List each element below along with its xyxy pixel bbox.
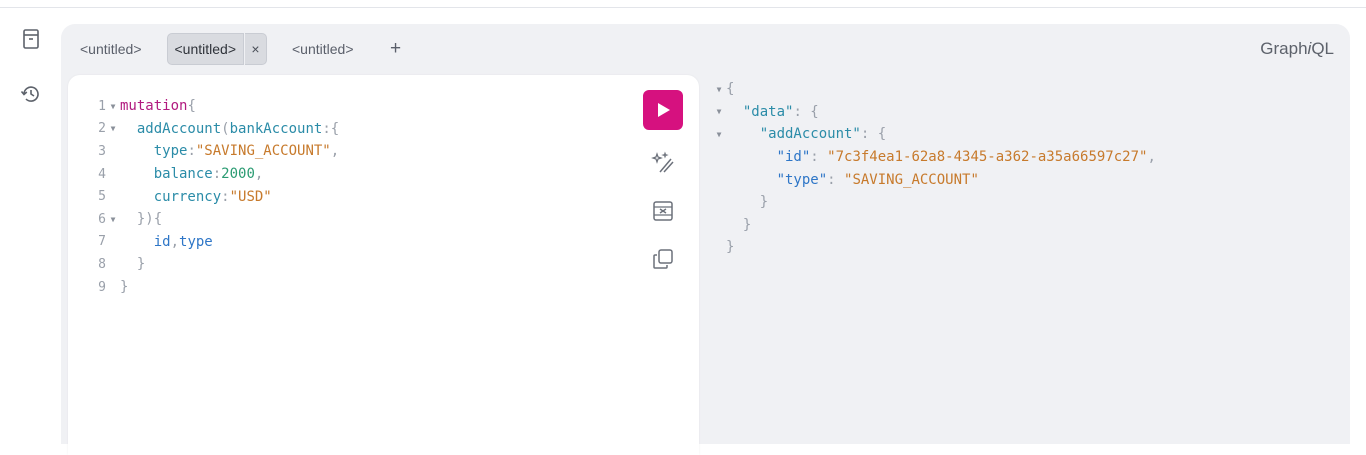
document-icon[interactable] [18,26,44,52]
play-icon [658,103,670,117]
result-line: } [759,194,769,211]
fold-arrow-icon[interactable]: ▼ [106,215,120,224]
code-line: 4 balance:2000, [98,166,264,183]
prettify-button[interactable] [643,148,683,178]
copy-icon [653,249,673,269]
code-line: 1 ▼ mutation{ [98,98,196,115]
result-line: "type": "SAVING_ACCOUNT" [776,171,979,188]
tab-untitled-2[interactable]: <untitled> × [166,33,267,65]
tab-untitled-3[interactable]: <untitled> [283,33,363,65]
code-line: 7 id, type [98,233,213,250]
fold-arrow-icon[interactable]: ▼ [106,102,120,111]
top-divider [0,7,1366,8]
result-viewer: ▼{ ▼ "data": { ▼ "addAccount": { "id": "… [712,78,1156,259]
magic-wand-icon [651,151,674,173]
code-line: 5 currency: "USD" [98,188,272,205]
result-line: } [726,239,735,256]
code-line: 2 ▼ addAccount(bankAccount:{ [98,120,340,137]
merge-fragments-icon [653,201,673,221]
code-lines: 1 ▼ mutation{ 2 ▼ addAccount(bankAccount:{ … [68,95,339,298]
run-query-button[interactable] [643,90,683,130]
editor-toolbar [643,90,683,274]
code-line: 9} [98,279,129,296]
merge-fragments-button[interactable] [643,196,683,226]
graphiql-session: <untitled> <untitled> × <untitled> + Gra… [61,24,1350,455]
code-line: 8 } [98,256,146,273]
close-tab-button[interactable]: × [245,33,267,65]
graphiql-logo: GraphiQL [1260,39,1334,58]
result-line: } [742,216,752,233]
tab-untitled-1[interactable]: <untitled> [71,33,151,65]
fold-arrow-icon[interactable]: ▼ [712,85,726,94]
history-icon[interactable] [18,81,44,107]
fold-arrow-icon[interactable]: ▼ [712,130,726,139]
code-line: 6 ▼ }){ [98,211,163,228]
copy-query-button[interactable] [643,244,683,274]
result-line: ▼{ [712,78,1156,101]
result-line: ▼ "addAccount": { [712,123,1156,146]
fold-arrow-icon[interactable]: ▼ [712,107,726,116]
query-editor[interactable]: 1 ▼ mutation{ 2 ▼ addAccount(bankAccount:{ … [68,75,699,455]
tab-label: <untitled> [292,41,354,57]
result-line: ▼ "data": { [712,101,1156,124]
code-line: 3 type: "SAVING_ACCOUNT", [98,143,340,160]
fold-arrow-icon[interactable]: ▼ [106,124,120,133]
sidebar [0,8,60,439]
result-line: "id": "7c3f4ea1-62a8-4345-a362-a35a66597… [776,149,1156,166]
add-tab-button[interactable]: + [381,38,411,60]
tab-bar: <untitled> <untitled> × <untitled> + [71,32,411,66]
tab-label: <untitled> [166,33,244,65]
tab-label: <untitled> [80,41,142,57]
